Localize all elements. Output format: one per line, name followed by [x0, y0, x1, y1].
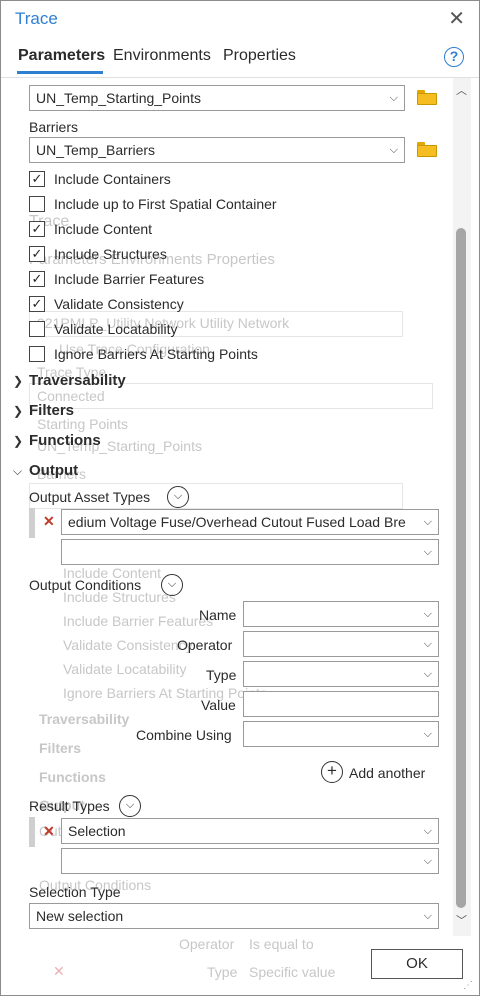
checkbox-label: Include Structures — [54, 246, 167, 262]
condition-value-input[interactable] — [243, 691, 439, 717]
scroll-thumb[interactable] — [456, 228, 466, 908]
selection-type-label: Selection Type — [29, 884, 121, 900]
checkbox-box[interactable]: ✓ — [29, 296, 45, 312]
value-label: Value — [201, 697, 236, 713]
starting-points-select[interactable]: UN_Temp_Starting_Points ⌵ — [29, 85, 405, 111]
output-asset-type-select[interactable]: edium Voltage Fuse/Overhead Cutout Fused… — [61, 509, 439, 535]
expand-chevron-icon[interactable]: ⌵ — [161, 574, 183, 596]
combine-using-label: Combine Using — [136, 727, 232, 743]
row-marker — [29, 508, 35, 538]
combine-using-select[interactable]: ⌵ — [243, 721, 439, 747]
folder-icon[interactable] — [417, 142, 437, 157]
parameters-panel: UN_Temp_Starting_Points ⌵ Barriers UN_Te… — [1, 78, 453, 958]
chevron-right-icon: ❯ — [13, 404, 24, 418]
add-another-button[interactable]: Add another — [349, 765, 425, 781]
section-title: Output — [29, 462, 79, 479]
name-label: Name — [199, 607, 237, 623]
row-marker — [29, 817, 35, 847]
operator-label: Operator — [177, 637, 233, 653]
expand-chevron-icon[interactable]: ⌵ — [167, 486, 189, 508]
add-icon[interactable]: + — [321, 761, 343, 783]
section-title: Filters — [29, 402, 75, 419]
checkbox-label: Include Containers — [54, 171, 171, 187]
chevron-down-icon: ⌵ — [13, 464, 23, 478]
expand-chevron-icon[interactable]: ⌵ — [119, 795, 141, 817]
barriers-select[interactable]: UN_Temp_Barriers ⌵ — [29, 137, 405, 163]
active-tab-indicator — [17, 71, 103, 74]
pane-title: Trace — [15, 9, 58, 28]
chevron-down-icon: ⌵ — [423, 516, 432, 528]
checkbox-label: Include Content — [54, 221, 153, 237]
chevron-down-icon: ⌵ — [389, 144, 398, 156]
folder-icon[interactable] — [417, 90, 437, 105]
chevron-down-icon: ⌵ — [423, 728, 432, 740]
section-title: Functions — [29, 432, 101, 449]
chevron-down-icon: ⌵ — [423, 855, 432, 867]
scroll-up-icon[interactable]: ︿ — [456, 82, 467, 98]
delete-icon[interactable]: ✕ — [43, 823, 55, 840]
chevron-right-icon: ❯ — [13, 434, 24, 448]
output-asset-type-empty-select[interactable]: ⌵ — [61, 539, 439, 565]
chevron-right-icon: ❯ — [13, 374, 24, 388]
tab-strip: Parameters Environments Properties — [1, 45, 479, 74]
ghost-type-label: Type — [207, 964, 238, 980]
tab-properties[interactable]: Properties — [223, 47, 296, 65]
chevron-down-icon: ⌵ — [423, 546, 432, 558]
help-icon[interactable]: ? — [444, 47, 464, 67]
checkbox-label: Include up to First Spatial Container — [54, 196, 277, 212]
ghost-delete-icon: ✕ — [53, 963, 65, 979]
trace-pane: Trace Parameters Environments Properties… — [0, 0, 480, 996]
output-asset-type-value: edium Voltage Fuse/Overhead Cutout Fused… — [68, 514, 406, 530]
condition-operator-select[interactable]: ⌵ — [243, 631, 439, 657]
checkbox-label: Include Barrier Features — [54, 271, 205, 287]
checkbox-label: Validate Consistency — [54, 296, 184, 312]
barriers-value: UN_Temp_Barriers — [36, 142, 156, 158]
checkbox-label: Ignore Barriers At Starting Points — [54, 346, 258, 362]
condition-type-select[interactable]: ⌵ — [243, 661, 439, 687]
type-label: Type — [206, 667, 237, 683]
result-types-label: Result Types — [29, 798, 110, 814]
selection-type-value: New selection — [36, 908, 124, 924]
result-type-value: Selection — [68, 823, 126, 839]
chevron-down-icon: ⌵ — [423, 910, 432, 922]
scroll-down-icon[interactable]: ﹀ — [456, 912, 467, 928]
checkbox-box[interactable]: ✓ — [29, 171, 45, 187]
close-icon[interactable]: ✕ — [448, 6, 465, 31]
barriers-label: Barriers — [29, 119, 79, 135]
result-type-select[interactable]: Selection ⌵ — [61, 818, 439, 844]
chevron-down-icon: ⌵ — [423, 608, 432, 620]
chevron-down-icon: ⌵ — [389, 92, 398, 104]
checkbox-box[interactable]: ✓ — [29, 246, 45, 262]
tab-parameters[interactable]: Parameters — [18, 47, 105, 65]
title-bar: Trace ✕ — [1, 1, 479, 37]
starting-points-value: UN_Temp_Starting_Points — [36, 90, 201, 106]
result-type-empty-select[interactable]: ⌵ — [61, 848, 439, 874]
chevron-down-icon: ⌵ — [423, 825, 432, 837]
section-title: Traversability — [29, 372, 126, 389]
output-asset-types-label: Output Asset Types — [29, 489, 151, 505]
selection-type-select[interactable]: New selection ⌵ — [29, 903, 439, 929]
tab-environments[interactable]: Environments — [113, 47, 211, 65]
checkbox-label: Validate Locatability — [54, 321, 178, 337]
vertical-scrollbar[interactable]: ︿ ﹀ — [453, 78, 471, 936]
resize-grip-icon[interactable]: ⋰ — [463, 980, 473, 991]
ghost-type-value: Specific value — [249, 964, 336, 980]
condition-name-select[interactable]: ⌵ — [243, 601, 439, 627]
checkbox-box[interactable] — [29, 346, 45, 362]
checkbox-box[interactable]: ✓ — [29, 271, 45, 287]
chevron-down-icon: ⌵ — [423, 668, 432, 680]
checkbox-box[interactable] — [29, 196, 45, 212]
checkbox-box[interactable]: ✓ — [29, 221, 45, 237]
chevron-down-icon: ⌵ — [423, 638, 432, 650]
output-conditions-label: Output Conditions — [29, 577, 142, 593]
checkbox-box[interactable] — [29, 321, 45, 337]
ok-button[interactable]: OK — [371, 949, 463, 979]
delete-icon[interactable]: ✕ — [43, 513, 55, 530]
